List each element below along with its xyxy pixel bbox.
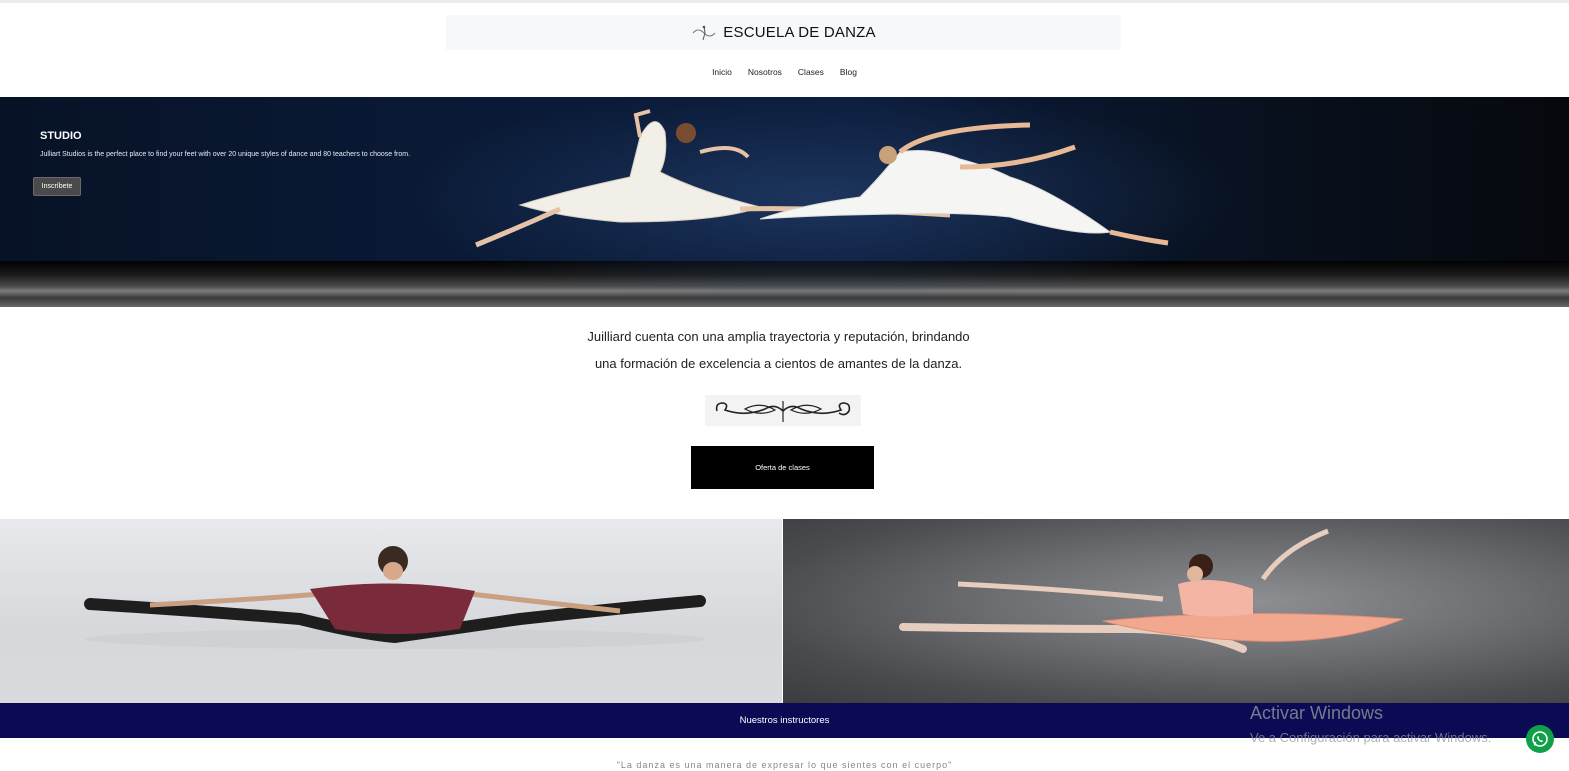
nav-item-blog[interactable]: Blog	[832, 67, 865, 77]
nav-item-nosotros[interactable]: Nosotros	[740, 67, 790, 77]
flourish-ornament-icon	[705, 395, 861, 426]
main-nav: Inicio Nosotros Clases Blog	[0, 67, 1569, 77]
hero-title: STUDIO	[40, 130, 82, 142]
site-header: ESCUELA DE DANZA	[446, 15, 1121, 50]
male-dancer-split-leap-image	[0, 519, 782, 703]
dancer-logo-icon[interactable]	[691, 24, 717, 42]
nav-item-clases[interactable]: Clases	[790, 67, 832, 77]
class-offer-button[interactable]: Oferta de clases	[691, 446, 874, 489]
top-border	[0, 0, 1569, 3]
site-title[interactable]: ESCUELA DE DANZA	[723, 24, 875, 41]
hero-banner: STUDIO Julliart Studios is the perfect p…	[0, 97, 1569, 307]
enroll-button[interactable]: Inscríbete	[33, 177, 81, 196]
dance-quote: "La danza es una manera de expresar lo q…	[616, 760, 953, 770]
intro-text-line-1: Juilliard cuenta con una amplia trayecto…	[587, 329, 970, 344]
nav-item-inicio[interactable]: Inicio	[704, 67, 740, 77]
hero-description: Julliart Studios is the perfect place to…	[40, 151, 411, 158]
whatsapp-icon[interactable]	[1526, 725, 1554, 753]
ballerina-leap-image	[783, 519, 1569, 703]
instructors-title: Nuestros instructores	[739, 715, 830, 726]
windows-activation-subtitle: Ve a Configuración para activar Windows.	[1250, 730, 1492, 745]
windows-activation-title: Activar Windows	[1250, 703, 1384, 723]
dancers-leap-image	[400, 97, 1240, 307]
intro-text-line-2: una formación de excelencia a cientos de…	[594, 356, 963, 371]
